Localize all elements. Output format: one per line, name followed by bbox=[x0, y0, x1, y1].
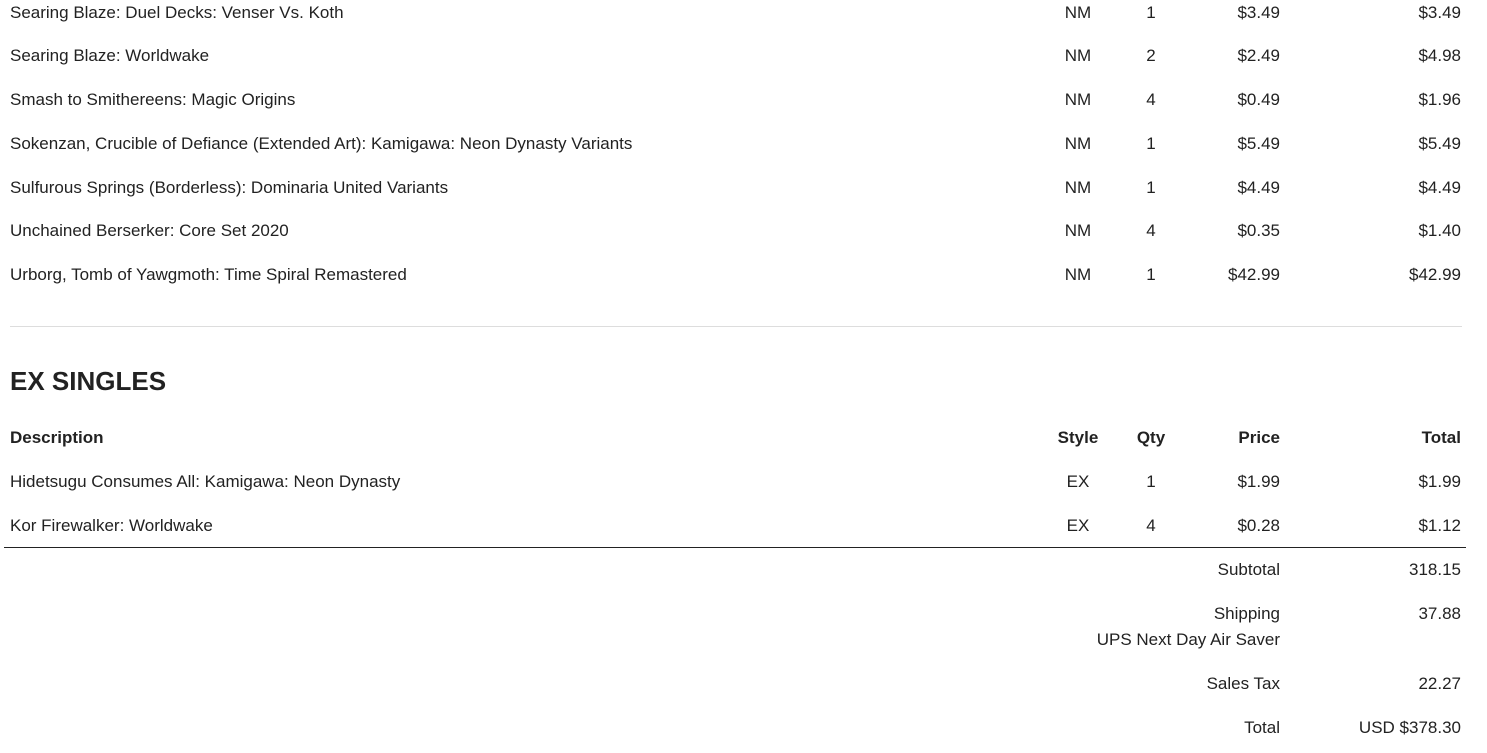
item-price: $0.49 bbox=[1237, 90, 1280, 109]
item-qty: 1 bbox=[1146, 265, 1156, 284]
item-total: $1.40 bbox=[1418, 221, 1461, 240]
section-title-ex-singles: EX SINGLES bbox=[10, 366, 167, 396]
item-price: $0.35 bbox=[1237, 221, 1280, 240]
item-qty: 1 bbox=[1146, 3, 1156, 22]
totals-rule bbox=[4, 547, 1466, 548]
column-header-total: Total bbox=[1421, 428, 1461, 447]
item-total: $1.96 bbox=[1418, 90, 1461, 109]
sales-tax-value: 22.27 bbox=[1418, 674, 1461, 693]
item-price: $42.99 bbox=[1228, 265, 1280, 284]
item-total: $4.49 bbox=[1418, 178, 1461, 197]
column-header-price: Price bbox=[1238, 428, 1280, 447]
subtotal-label: Subtotal bbox=[1217, 560, 1280, 579]
item-style: NM bbox=[1064, 178, 1092, 197]
order-summary-page: Searing Blaze: Duel Decks: Venser Vs. Ko… bbox=[0, 0, 1487, 753]
grand-total-label: Total bbox=[1244, 718, 1280, 737]
item-qty: 4 bbox=[1146, 90, 1156, 109]
item-qty: 1 bbox=[1146, 178, 1156, 197]
item-description: Unchained Berserker: Core Set 2020 bbox=[10, 221, 289, 240]
item-total: $1.12 bbox=[1418, 516, 1461, 535]
item-total: $1.99 bbox=[1418, 472, 1461, 491]
item-total: $3.49 bbox=[1418, 3, 1461, 22]
item-style: NM bbox=[1064, 90, 1092, 109]
item-style: NM bbox=[1064, 3, 1092, 22]
shipping-label: Shipping bbox=[1213, 604, 1280, 623]
item-qty: 2 bbox=[1146, 46, 1156, 65]
item-description: Kor Firewalker: Worldwake bbox=[10, 516, 213, 535]
grand-total-value: USD $378.30 bbox=[1358, 718, 1461, 737]
item-style: EX bbox=[1066, 472, 1090, 491]
column-header-style: Style bbox=[1057, 428, 1099, 447]
item-description: Searing Blaze: Duel Decks: Venser Vs. Ko… bbox=[10, 3, 344, 22]
item-description: Searing Blaze: Worldwake bbox=[10, 46, 210, 65]
item-style: NM bbox=[1064, 46, 1092, 65]
item-total: $42.99 bbox=[1409, 265, 1461, 284]
item-style: NM bbox=[1064, 221, 1092, 240]
item-price: $3.49 bbox=[1237, 3, 1280, 22]
item-description: Sokenzan, Crucible of Defiance (Extended… bbox=[10, 134, 633, 153]
subtotal-value: 318.15 bbox=[1409, 560, 1461, 579]
shipping-method: UPS Next Day Air Saver bbox=[1096, 630, 1280, 649]
item-qty: 4 bbox=[1146, 221, 1156, 240]
item-qty: 1 bbox=[1146, 134, 1156, 153]
item-description: Smash to Smithereens: Magic Origins bbox=[10, 90, 296, 109]
item-price: $4.49 bbox=[1237, 178, 1280, 197]
item-price: $2.49 bbox=[1237, 46, 1280, 65]
item-price: $1.99 bbox=[1237, 472, 1280, 491]
shipping-value: 37.88 bbox=[1418, 604, 1461, 623]
item-price: $5.49 bbox=[1237, 134, 1280, 153]
sales-tax-label: Sales Tax bbox=[1206, 674, 1280, 693]
item-total: $5.49 bbox=[1418, 134, 1461, 153]
item-total: $4.98 bbox=[1418, 46, 1461, 65]
item-price: $0.28 bbox=[1237, 516, 1280, 535]
item-description: Hidetsugu Consumes All: Kamigawa: Neon D… bbox=[10, 472, 401, 491]
item-style: NM bbox=[1064, 134, 1092, 153]
item-description: Sulfurous Springs (Borderless): Dominari… bbox=[10, 178, 449, 197]
item-description: Urborg, Tomb of Yawgmoth: Time Spiral Re… bbox=[10, 265, 407, 284]
item-qty: 1 bbox=[1146, 472, 1156, 491]
column-header-description: Description bbox=[10, 428, 104, 447]
item-style: EX bbox=[1066, 516, 1090, 535]
section-divider bbox=[10, 326, 1462, 327]
column-header-qty: Qty bbox=[1136, 428, 1166, 447]
item-style: NM bbox=[1064, 265, 1092, 284]
item-qty: 4 bbox=[1146, 516, 1156, 535]
